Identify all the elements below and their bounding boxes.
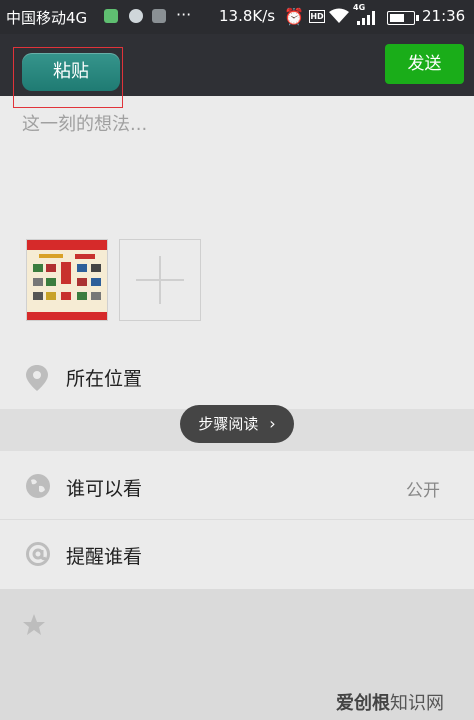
chevron-right-icon: › xyxy=(269,414,276,433)
mention-label: 提醒谁看 xyxy=(66,546,143,568)
avatar-app-icon xyxy=(129,9,143,23)
visibility-row[interactable]: 谁可以看 公开 xyxy=(0,452,474,519)
alarm-icon: ⏰ xyxy=(284,7,304,26)
at-sign-icon xyxy=(26,542,50,566)
more-notifications-icon: ··· xyxy=(176,5,192,24)
watermark-site: 知识网 xyxy=(390,693,444,714)
image-app-icon xyxy=(152,9,166,23)
highlight-frame xyxy=(13,47,123,108)
send-button[interactable]: 发送 xyxy=(385,44,464,84)
flyer-image xyxy=(27,240,107,320)
location-row[interactable]: 所在位置 xyxy=(0,352,474,407)
globe-icon xyxy=(26,474,50,498)
add-photo-button[interactable] xyxy=(119,239,201,321)
watermark-brand: 爱创根 xyxy=(336,693,390,714)
network-speed: 13.8K/s xyxy=(219,7,276,25)
carrier-label: 中国移动4G xyxy=(6,9,88,27)
visibility-label: 谁可以看 xyxy=(66,478,143,500)
step-reading-toast[interactable]: 步骤阅读 › xyxy=(180,405,294,443)
star-icon[interactable] xyxy=(21,612,47,638)
compose-input[interactable]: 这一刻的想法... xyxy=(22,110,147,136)
location-pin-icon xyxy=(26,365,48,391)
status-bar: 中国移动4G ··· 13.8K/s ⏰ HD 4G 21:36 xyxy=(0,0,474,34)
watermark: 爱创根知识网 xyxy=(336,689,444,715)
toast-label: 步骤阅读 xyxy=(198,415,259,433)
visibility-value: 公开 xyxy=(406,481,440,501)
photo-thumbnail[interactable] xyxy=(26,239,108,321)
hd-icon: HD xyxy=(309,10,325,23)
shield-app-icon xyxy=(104,9,118,23)
signal-icon xyxy=(357,11,375,25)
battery-icon xyxy=(387,11,419,25)
clock: 21:36 xyxy=(422,7,466,25)
location-label: 所在位置 xyxy=(66,368,143,390)
wifi-icon xyxy=(329,8,349,23)
mention-row[interactable]: 提醒谁看 xyxy=(0,520,474,588)
